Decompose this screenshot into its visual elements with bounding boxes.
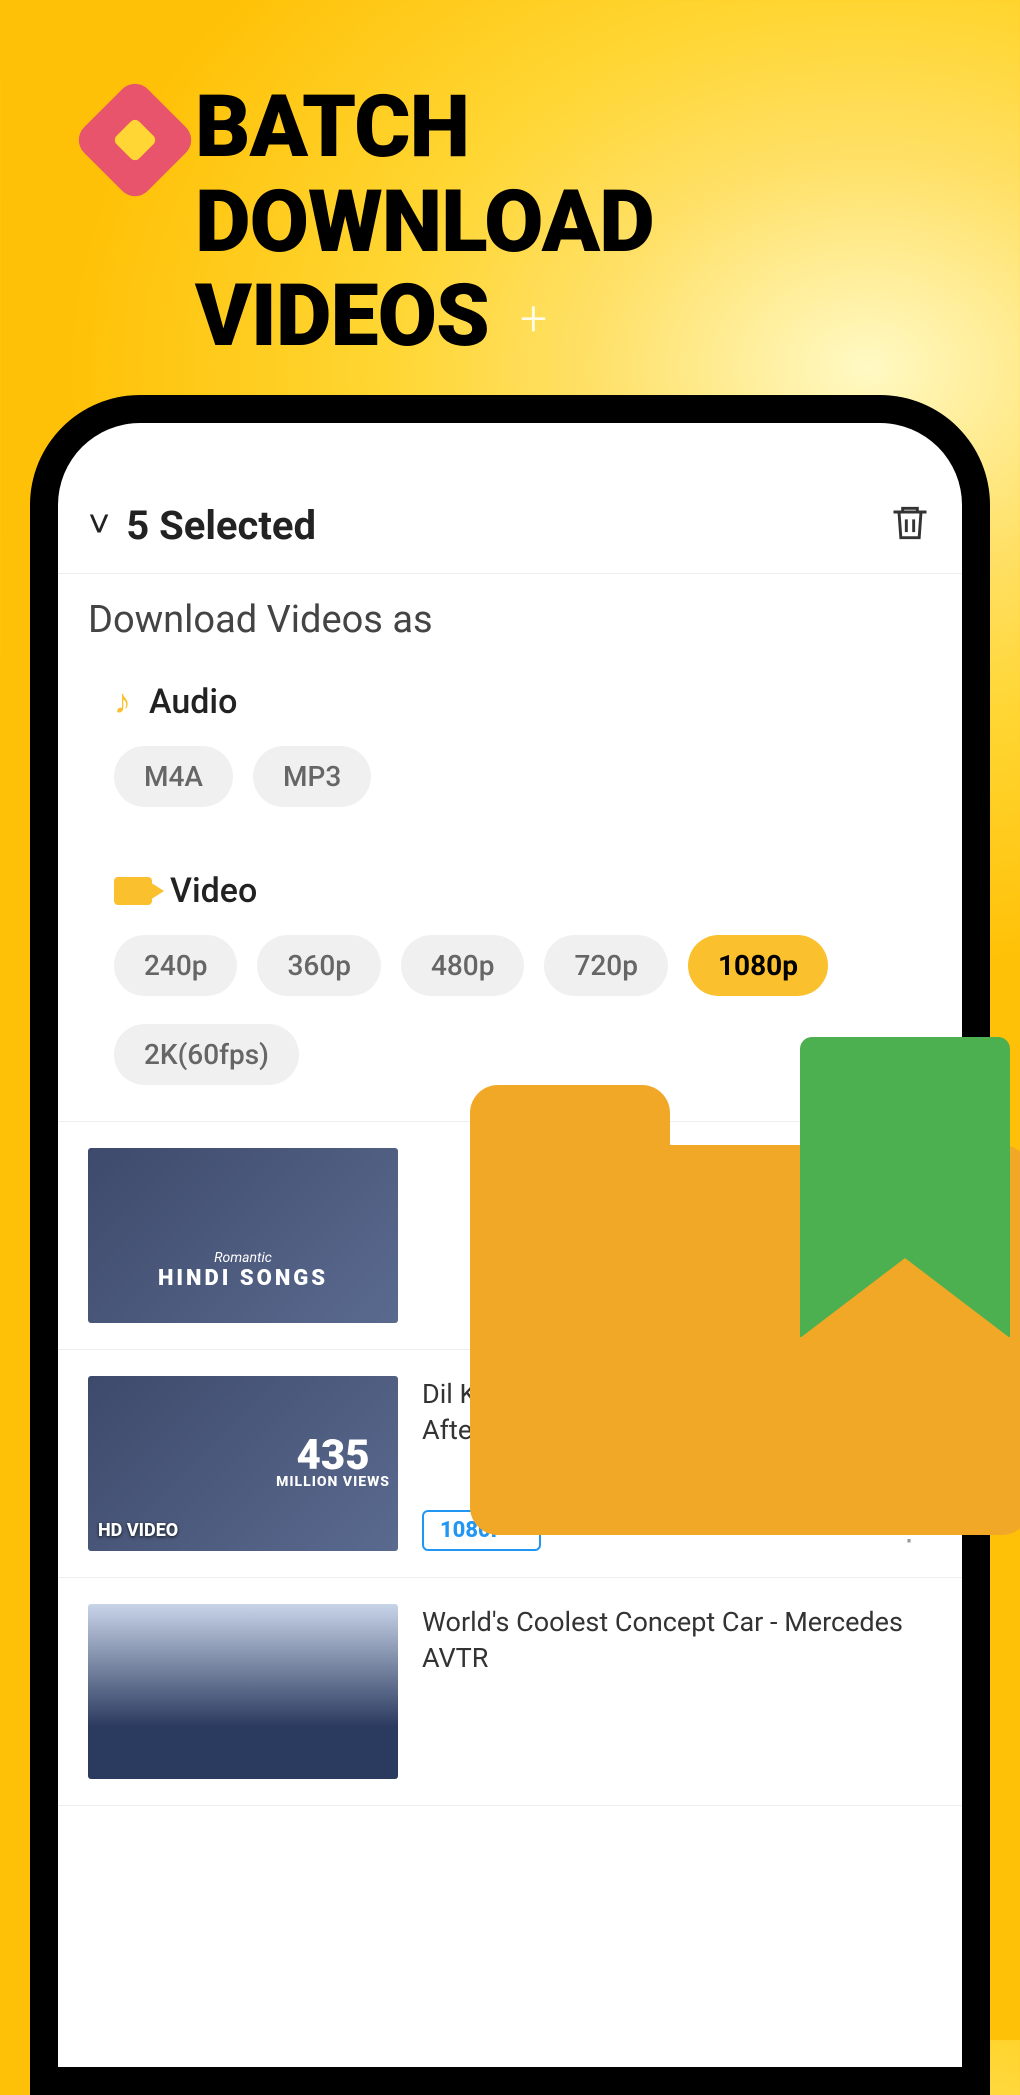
section-title: Download Videos as (58, 574, 962, 654)
format-chip-720p[interactable]: 720p (544, 935, 667, 996)
format-chip-240p[interactable]: 240p (114, 935, 237, 996)
video-thumbnail[interactable]: Romantic HINDI SONGS (88, 1148, 398, 1323)
video-thumbnail[interactable] (88, 1604, 398, 1779)
format-chip-m4a[interactable]: M4A (114, 746, 233, 807)
plus-icon: + (520, 290, 547, 347)
audio-label: Audio (149, 682, 237, 722)
format-chip-mp3[interactable]: MP3 (253, 746, 371, 807)
diamond-icon (71, 76, 198, 203)
video-item[interactable]: World's Coolest Concept Car - Mercedes A… (58, 1578, 962, 1806)
video-label: Video (170, 871, 257, 911)
hero-title: BATCH DOWNLOAD VIDEOS (195, 80, 654, 364)
format-chip-2k[interactable]: 2K(60fps) (114, 1024, 299, 1085)
views-badge: 435 MILLION VIEWS (276, 1437, 390, 1491)
chevron-down-icon[interactable]: ˅ (88, 503, 110, 547)
phone-notch (433, 435, 588, 449)
format-chip-480p[interactable]: 480p (401, 935, 524, 996)
selection-header: ˅ 5 Selected (58, 489, 962, 573)
audio-group: ♪ Audio M4A MP3 (58, 654, 962, 843)
video-title: World's Coolest Concept Car - Mercedes A… (422, 1604, 932, 1677)
format-chip-1080p[interactable]: 1080p (688, 935, 828, 996)
video-thumbnail[interactable]: HD VIDEO 435 MILLION VIEWS (88, 1376, 398, 1551)
trash-icon[interactable] (888, 501, 932, 549)
format-chip-360p[interactable]: 360p (257, 935, 380, 996)
bookmark-icon (800, 1037, 1010, 1337)
hd-badge: HD VIDEO (98, 1520, 178, 1541)
folder-icon (470, 1085, 1020, 1535)
video-icon (114, 877, 152, 905)
music-icon: ♪ (114, 682, 131, 722)
selected-count: 5 Selected (126, 502, 316, 549)
